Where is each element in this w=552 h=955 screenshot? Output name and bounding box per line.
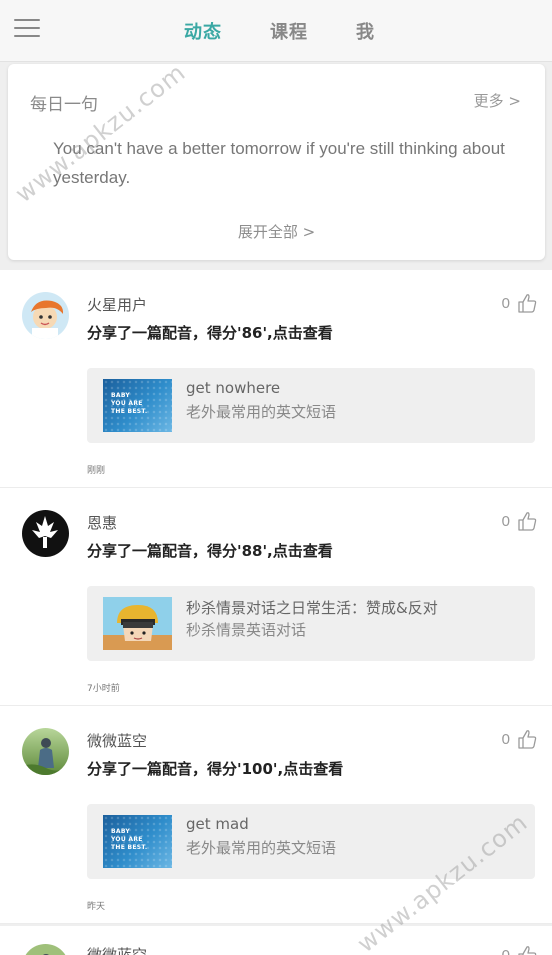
post-timestamp: 昨天 [87,902,106,912]
post-text: 分享了一篇配音，得分'86',点击查看 [87,324,333,342]
top-bar: 动态 课程 我 [0,0,552,62]
feed-post-partial: 微微蓝空 0 [0,926,552,955]
lesson-thumbnail [103,597,172,650]
avatar[interactable] [22,944,69,955]
shared-lesson-card[interactable]: BABY YOU ARE THE BEST. get mad 老外最常用的英文短… [87,804,535,879]
lesson-title: get nowhere [186,379,281,397]
like-count: 0 [501,512,510,530]
post-username[interactable]: 微微蓝空 [87,944,147,955]
daily-quote-text: You can't have a better tomorrow if you'… [53,139,505,187]
post-text: 分享了一篇配音，得分'88',点击查看 [87,542,333,560]
thumbnail-text: YOU ARE [111,836,143,843]
daily-quote-more-link[interactable]: 更多 > [474,90,521,111]
like-count: 0 [501,294,510,312]
tab-me[interactable]: 我 [356,18,375,44]
lesson-title: 秒杀情景对话之日常生活：赞成&反对 [186,599,438,617]
app-root: 动态 课程 我 每日一句 更多 > You can't have a bette… [0,0,552,955]
like-button[interactable]: 0 [502,944,538,955]
lesson-category: 秒杀情景英语对话 [186,621,307,639]
thumbnail-text: BABY [111,828,131,835]
lesson-category: 老外最常用的英文短语 [186,403,337,421]
post-username[interactable]: 火星用户 [87,294,147,315]
expand-all-link[interactable]: 展开全部 > [8,221,545,242]
post-timestamp: 刚刚 [87,466,106,476]
lesson-title: get mad [186,815,249,833]
lesson-thumbnail: BABY YOU ARE THE BEST. [103,379,172,432]
avatar[interactable] [22,510,69,557]
post-username[interactable]: 恩惠 [87,512,117,533]
feed-post: 微微蓝空 0 分享了一篇配音，得分'100',点击查看 BABY YOU ARE… [0,706,552,924]
feed-post: 恩惠 0 分享了一篇配音，得分'88',点击查看 秒杀情景对话之日常生活：赞成&… [0,488,552,706]
thumbnail-text: THE BEST. [111,408,148,415]
like-button[interactable]: 0 [502,728,538,750]
like-count: 0 [501,946,510,955]
feed-post: 火星用户 0 分享了一篇配音，得分'86',点击查看 BABY YOU ARE … [0,270,552,488]
lesson-category: 老外最常用的英文短语 [186,839,337,857]
avatar[interactable] [22,728,69,775]
menu-icon[interactable] [14,16,42,40]
lesson-thumbnail: BABY YOU ARE THE BEST. [103,815,172,868]
tab-courses[interactable]: 课程 [270,18,308,44]
like-button[interactable]: 0 [502,510,538,532]
thumbs-up-icon [518,946,537,955]
post-timestamp: 7小时前 [87,684,120,694]
daily-quote-title: 每日一句 [30,95,98,115]
thumbnail-text: BABY [111,392,131,399]
thumbnail-text: THE BEST. [111,844,148,851]
avatar[interactable] [22,292,69,339]
thumbs-up-icon [518,512,537,531]
top-tabs: 动态 课程 我 [184,18,375,44]
tab-feed[interactable]: 动态 [184,18,222,44]
thumbs-up-icon [518,294,537,313]
daily-quote-card: 每日一句 更多 > You can't have a better tomorr… [8,64,545,260]
shared-lesson-card[interactable]: BABY YOU ARE THE BEST. get nowhere 老外最常用… [87,368,535,443]
shared-lesson-card[interactable]: 秒杀情景对话之日常生活：赞成&反对 秒杀情景英语对话 [87,586,535,661]
like-button[interactable]: 0 [502,292,538,314]
like-count: 0 [501,730,510,748]
activity-feed: 火星用户 0 分享了一篇配音，得分'86',点击查看 BABY YOU ARE … [0,270,552,924]
post-text: 分享了一篇配音，得分'100',点击查看 [87,760,344,778]
post-username[interactable]: 微微蓝空 [87,730,147,751]
thumbnail-text: YOU ARE [111,400,143,407]
thumbs-up-icon [518,730,537,749]
